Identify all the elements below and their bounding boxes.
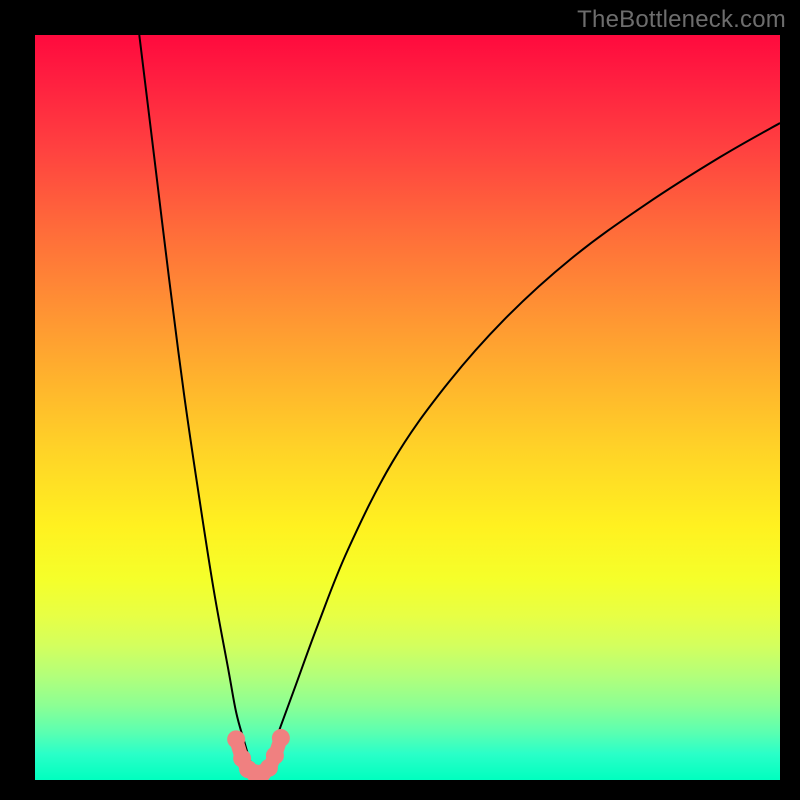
valley-dot bbox=[272, 729, 290, 747]
plot-area bbox=[35, 35, 780, 780]
valley-dot bbox=[227, 730, 245, 748]
outer-frame: TheBottleneck.com bbox=[0, 0, 800, 800]
watermark-text: TheBottleneck.com bbox=[577, 6, 786, 34]
curve-right-branch bbox=[259, 123, 781, 773]
curve-left-branch bbox=[139, 35, 258, 773]
valley-dot bbox=[266, 747, 284, 765]
bottleneck-curve bbox=[35, 35, 780, 780]
